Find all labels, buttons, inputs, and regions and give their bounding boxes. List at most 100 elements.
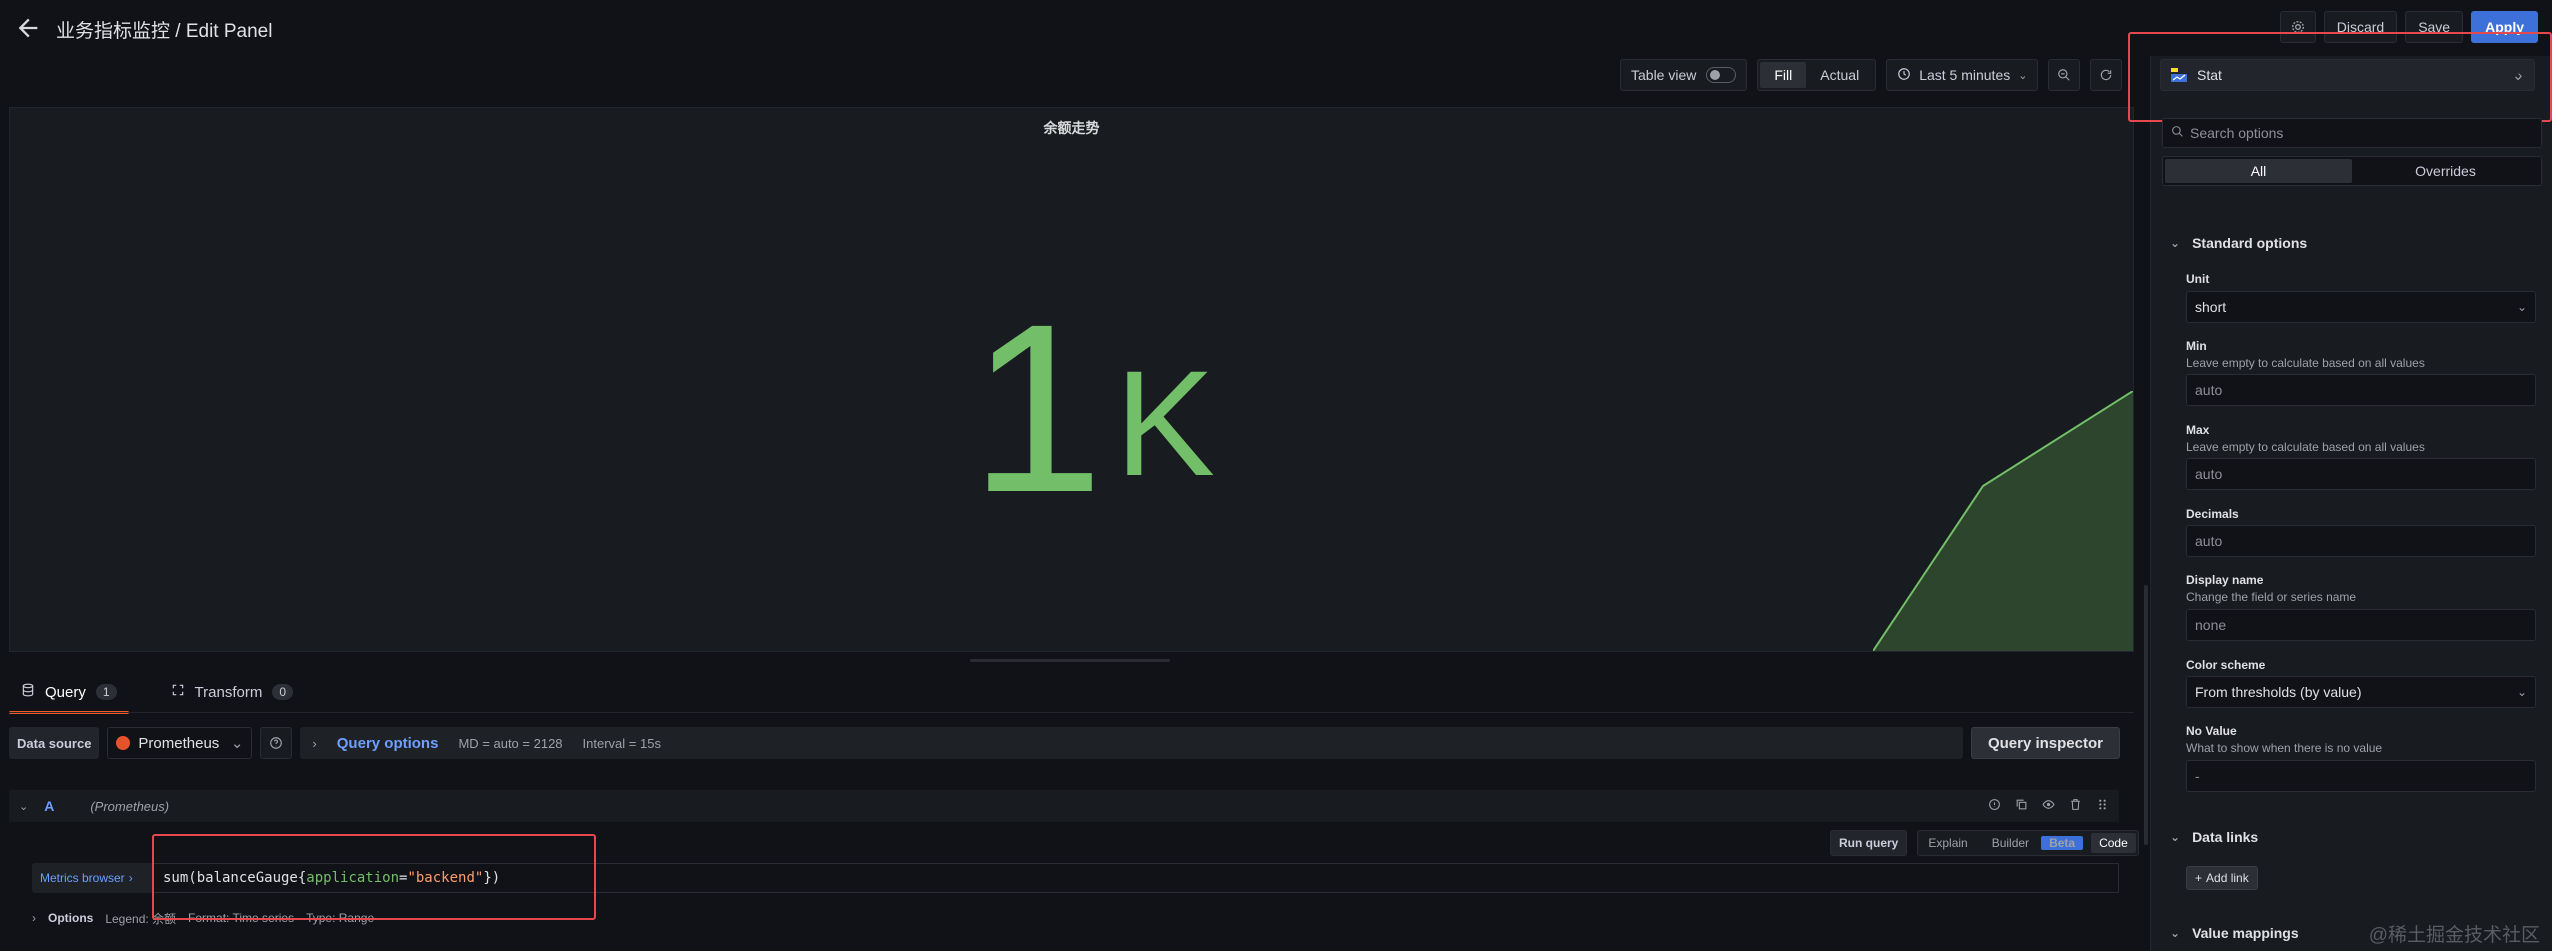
fill-option[interactable]: Fill	[1760, 62, 1807, 88]
watermark: @稀土掘金技术社区	[2368, 925, 2540, 946]
zoom-out-icon[interactable]	[2048, 59, 2081, 91]
display-name-description: Change the field or series name	[2186, 590, 2357, 604]
add-link-label: Add link	[2206, 871, 2249, 885]
min-label: Min	[2186, 339, 2207, 353]
back-arrow-icon[interactable]	[14, 14, 42, 42]
max-input[interactable]: auto	[2186, 458, 2536, 490]
tab-transform-count: 0	[272, 684, 294, 700]
add-link-button[interactable]: + Add link	[2186, 866, 2258, 890]
metrics-browser-label: Metrics browser	[40, 871, 125, 885]
panel-preview: 余额走势 1 K	[9, 107, 2134, 652]
panel-toolbar: Table view Fill Actual Last 5 minutes ⌄	[1620, 58, 2123, 92]
tab-query-label: Query	[45, 683, 86, 701]
datasource-picker[interactable]: Prometheus ⌄	[107, 727, 253, 759]
visualization-name: Stat	[2197, 67, 2222, 83]
transform-icon	[171, 683, 185, 701]
max-description: Leave empty to calculate based on all va…	[2186, 440, 2425, 454]
chevron-down-icon: ⌄	[2516, 300, 2527, 314]
datasource-row: Data source Prometheus ⌄ › Query options…	[9, 726, 2134, 760]
drag-handle-icon[interactable]	[2096, 798, 2109, 814]
fill-actual-switch: Fill Actual	[1757, 59, 1877, 91]
save-button[interactable]: Save	[2405, 11, 2464, 43]
gear-icon[interactable]	[2279, 11, 2316, 43]
stat-unit: K	[1115, 339, 1216, 507]
eye-icon[interactable]	[2042, 798, 2055, 814]
chevron-down-icon: ⌄	[2170, 236, 2181, 250]
expr-eq: =	[399, 870, 408, 886]
chevron-down-icon[interactable]: ⌄	[19, 800, 28, 813]
refresh-icon[interactable]	[2090, 59, 2123, 91]
toggle-switch[interactable]	[1706, 67, 1737, 83]
options-tabs: All Overrides	[2162, 156, 2542, 186]
color-scheme-label: Color scheme	[2186, 658, 2266, 672]
divider	[9, 712, 2134, 713]
actual-option[interactable]: Actual	[1806, 62, 1873, 88]
unit-select[interactable]: short ⌄	[2186, 291, 2536, 323]
time-range-label: Last 5 minutes	[1919, 67, 2011, 83]
chevron-right-icon[interactable]: ›	[2505, 59, 2535, 91]
query-code-row: Metrics browser › sum(balanceGauge{appli…	[32, 863, 2119, 893]
value-mappings-header[interactable]: ⌄ Value mappings	[2170, 925, 2299, 941]
chevron-down-icon: ⌄	[230, 735, 244, 752]
color-scheme-value: From thresholds (by value)	[2195, 684, 2362, 700]
query-tabs: Query 1 Transform 0	[9, 672, 305, 714]
min-description: Leave empty to calculate based on all va…	[2186, 356, 2425, 370]
run-query-button[interactable]: Run query	[1830, 830, 1908, 856]
search-icon	[2171, 125, 2184, 141]
max-label: Max	[2186, 423, 2210, 437]
legend-summary: Legend: 余额	[105, 911, 177, 926]
metrics-browser-button[interactable]: Metrics browser ›	[32, 863, 152, 893]
decimals-input[interactable]: auto	[2186, 525, 2536, 557]
builder-mode[interactable]: Builder Beta	[1976, 833, 2091, 853]
value-mappings-title: Value mappings	[2192, 925, 2299, 941]
display-name-input[interactable]: none	[2186, 609, 2536, 641]
trash-icon[interactable]	[2069, 798, 2082, 814]
query-ref-id[interactable]: A	[44, 798, 54, 814]
max-data-points: MD = auto = 2128	[458, 735, 563, 751]
query-options-row[interactable]: › Options Legend: 余额 Format: Time series…	[32, 905, 2119, 931]
query-options-bar[interactable]: › Query options MD = auto = 2128 Interva…	[300, 727, 1963, 759]
chevron-right-icon: ›	[32, 911, 36, 925]
code-mode[interactable]: Code	[2091, 833, 2136, 853]
no-value-description: What to show when there is no value	[2186, 741, 2383, 755]
time-range-picker[interactable]: Last 5 minutes ⌄	[1886, 59, 2039, 91]
options-search-input[interactable]: Search options	[2162, 118, 2542, 148]
plus-icon: +	[2195, 871, 2203, 885]
tab-query[interactable]: Query 1	[9, 672, 129, 714]
apply-button[interactable]: Apply	[2471, 11, 2538, 43]
query-inspector-button[interactable]: Query inspector	[1970, 727, 2120, 759]
help-icon[interactable]	[1988, 798, 2001, 814]
database-icon	[21, 683, 35, 701]
editor-mode-switch: Explain Builder Beta Code	[1917, 830, 2139, 856]
tab-all[interactable]: All	[2165, 159, 2352, 183]
standard-options-header[interactable]: ⌄ Standard options	[2170, 235, 2307, 251]
duplicate-icon[interactable]	[2015, 798, 2028, 814]
panel-title: 余额走势	[1043, 120, 1100, 136]
chevron-down-icon: ⌄	[2018, 69, 2028, 82]
visualization-picker[interactable]: Stat ⌄	[2160, 59, 2535, 91]
table-view-label: Table view	[1631, 67, 1697, 83]
table-view-toggle[interactable]: Table view	[1620, 59, 1748, 91]
color-scheme-select[interactable]: From thresholds (by value) ⌄	[2186, 676, 2536, 708]
datasource-name: Prometheus	[138, 734, 220, 752]
type-summary: Type: Range	[306, 911, 375, 925]
discard-button[interactable]: Discard	[2323, 11, 2398, 43]
decimals-label: Decimals	[2186, 507, 2239, 521]
chevron-down-icon: ⌄	[2516, 685, 2527, 699]
pane-resize-handle[interactable]	[970, 659, 1170, 662]
scrollbar[interactable]	[2144, 585, 2148, 845]
help-icon[interactable]	[260, 727, 293, 759]
explain-toggle[interactable]: Explain	[1920, 833, 1975, 853]
min-input[interactable]: auto	[2186, 374, 2536, 406]
format-summary: Format: Time series	[188, 911, 295, 925]
query-code-editor[interactable]: sum(balanceGauge{application = "backend"})	[152, 863, 2119, 893]
display-name-label: Display name	[2186, 573, 2264, 587]
interval-value: Interval = 15s	[582, 735, 661, 751]
data-links-header[interactable]: ⌄ Data links	[2170, 829, 2258, 845]
tab-transform[interactable]: Transform 0	[159, 672, 305, 712]
no-value-input[interactable]: -	[2186, 760, 2536, 792]
tab-query-count: 1	[95, 684, 117, 700]
stat-viz-icon	[2171, 68, 2187, 82]
data-links-title: Data links	[2192, 829, 2259, 845]
tab-overrides[interactable]: Overrides	[2352, 159, 2539, 183]
